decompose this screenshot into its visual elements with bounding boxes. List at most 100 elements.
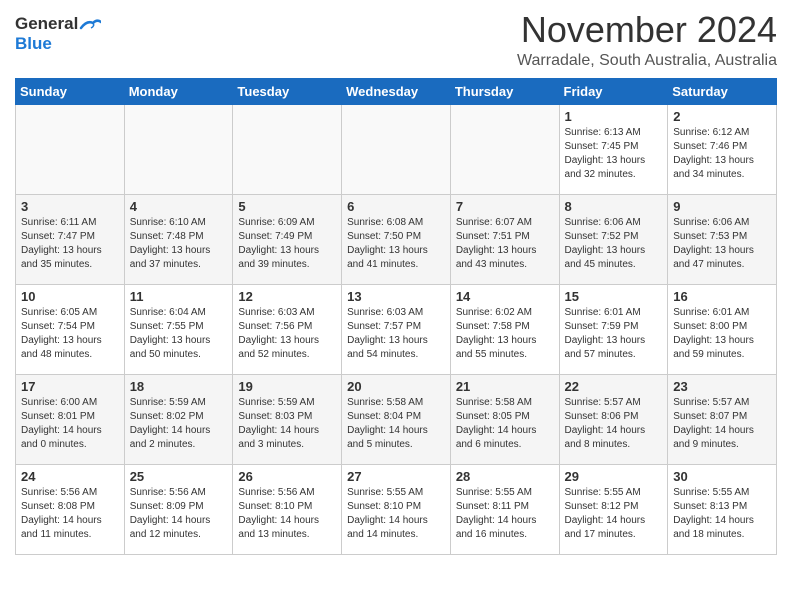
day-number: 1 xyxy=(565,109,663,124)
logo-blue-text: Blue xyxy=(15,34,52,53)
day-number: 14 xyxy=(456,289,554,304)
calendar-cell xyxy=(450,104,559,194)
calendar-cell: 5 Sunrise: 6:09 AM Sunset: 7:49 PM Daylig… xyxy=(233,194,342,284)
calendar-cell: 21 Sunrise: 5:58 AM Sunset: 8:05 PM Dayli… xyxy=(450,374,559,464)
day-info: Sunrise: 5:59 AM Sunset: 8:02 PM Dayligh… xyxy=(130,396,228,452)
day-number: 17 xyxy=(21,379,119,394)
day-info: Sunrise: 6:05 AM Sunset: 7:54 PM Dayligh… xyxy=(21,306,119,362)
day-number: 13 xyxy=(347,289,445,304)
calendar-cell: 11 Sunrise: 6:04 AM Sunset: 7:55 PM Dayli… xyxy=(124,284,233,374)
calendar-cell: 13 Sunrise: 6:03 AM Sunset: 7:57 PM Dayli… xyxy=(342,284,451,374)
calendar-week-row: 1 Sunrise: 6:13 AM Sunset: 7:45 PM Daylig… xyxy=(16,104,777,194)
month-title: November 2024 xyxy=(517,10,777,50)
calendar-week-row: 17 Sunrise: 6:00 AM Sunset: 8:01 PM Dayli… xyxy=(16,374,777,464)
calendar-cell: 4Sunrise: 6:10 AM Sunset: 7:48 PM Daylig… xyxy=(124,194,233,284)
day-number: 20 xyxy=(347,379,445,394)
calendar-cell: 15 Sunrise: 6:01 AM Sunset: 7:59 PM Dayli… xyxy=(559,284,668,374)
calendar-cell: 16 Sunrise: 6:01 AM Sunset: 8:00 PM Dayli… xyxy=(668,284,777,374)
calendar-cell: 8 Sunrise: 6:06 AM Sunset: 7:52 PM Daylig… xyxy=(559,194,668,284)
day-number: 12 xyxy=(238,289,336,304)
day-info: Sunrise: 5:58 AM Sunset: 8:05 PM Dayligh… xyxy=(456,396,554,452)
calendar-cell xyxy=(16,104,125,194)
day-number: 21 xyxy=(456,379,554,394)
calendar-week-row: 3 Sunrise: 6:11 AM Sunset: 7:47 PM Daylig… xyxy=(16,194,777,284)
calendar-cell: 9Sunrise: 6:06 AM Sunset: 7:53 PM Daylig… xyxy=(668,194,777,284)
day-info: Sunrise: 5:56 AM Sunset: 8:10 PM Dayligh… xyxy=(238,486,336,542)
day-number: 10 xyxy=(21,289,119,304)
calendar-cell: 14 Sunrise: 6:02 AM Sunset: 7:58 PM Dayli… xyxy=(450,284,559,374)
day-info: Sunrise: 5:55 AM Sunset: 8:10 PM Dayligh… xyxy=(347,486,445,542)
day-info: Sunrise: 6:09 AM Sunset: 7:49 PM Dayligh… xyxy=(238,216,336,272)
calendar-cell: 6Sunrise: 6:08 AM Sunset: 7:50 PM Daylig… xyxy=(342,194,451,284)
day-number: 9 xyxy=(673,199,771,214)
day-info: Sunrise: 6:12 AM Sunset: 7:46 PM Dayligh… xyxy=(673,126,771,182)
calendar-cell: 30 Sunrise: 5:55 AM Sunset: 8:13 PM Dayli… xyxy=(668,464,777,554)
day-info: Sunrise: 6:06 AM Sunset: 7:52 PM Dayligh… xyxy=(565,216,663,272)
calendar-header-row: SundayMondayTuesdayWednesdayThursdayFrid… xyxy=(16,78,777,104)
day-info: Sunrise: 5:55 AM Sunset: 8:12 PM Dayligh… xyxy=(565,486,663,542)
day-info: Sunrise: 6:03 AM Sunset: 7:56 PM Dayligh… xyxy=(238,306,336,362)
day-number: 11 xyxy=(130,289,228,304)
calendar-cell: 2 Sunrise: 6:12 AM Sunset: 7:46 PM Daylig… xyxy=(668,104,777,194)
day-number: 3 xyxy=(21,199,119,214)
calendar-cell xyxy=(342,104,451,194)
day-number: 8 xyxy=(565,199,663,214)
calendar-day-header: Tuesday xyxy=(233,78,342,104)
calendar-cell: 23 Sunrise: 5:57 AM Sunset: 8:07 PM Dayli… xyxy=(668,374,777,464)
day-info: Sunrise: 6:13 AM Sunset: 7:45 PM Dayligh… xyxy=(565,126,663,182)
calendar-cell: 18 Sunrise: 5:59 AM Sunset: 8:02 PM Dayli… xyxy=(124,374,233,464)
day-info: Sunrise: 6:01 AM Sunset: 7:59 PM Dayligh… xyxy=(565,306,663,362)
day-number: 16 xyxy=(673,289,771,304)
page-header: General Blue November 2024 Warradale, So… xyxy=(15,10,777,70)
day-info: Sunrise: 5:59 AM Sunset: 8:03 PM Dayligh… xyxy=(238,396,336,452)
logo: General Blue xyxy=(15,10,101,54)
day-number: 19 xyxy=(238,379,336,394)
calendar-day-header: Thursday xyxy=(450,78,559,104)
calendar-cell: 26 Sunrise: 5:56 AM Sunset: 8:10 PM Dayli… xyxy=(233,464,342,554)
calendar-cell: 28Sunrise: 5:55 AM Sunset: 8:11 PM Dayli… xyxy=(450,464,559,554)
calendar-cell: 27 Sunrise: 5:55 AM Sunset: 8:10 PM Dayli… xyxy=(342,464,451,554)
calendar-cell: 20 Sunrise: 5:58 AM Sunset: 8:04 PM Dayli… xyxy=(342,374,451,464)
day-info: Sunrise: 6:03 AM Sunset: 7:57 PM Dayligh… xyxy=(347,306,445,362)
day-info: Sunrise: 6:04 AM Sunset: 7:55 PM Dayligh… xyxy=(130,306,228,362)
calendar-cell: 29Sunrise: 5:55 AM Sunset: 8:12 PM Dayli… xyxy=(559,464,668,554)
day-info: Sunrise: 5:57 AM Sunset: 8:07 PM Dayligh… xyxy=(673,396,771,452)
calendar-day-header: Saturday xyxy=(668,78,777,104)
calendar-cell: 19 Sunrise: 5:59 AM Sunset: 8:03 PM Dayli… xyxy=(233,374,342,464)
day-number: 24 xyxy=(21,469,119,484)
calendar-week-row: 24 Sunrise: 5:56 AM Sunset: 8:08 PM Dayli… xyxy=(16,464,777,554)
calendar-cell: 1 Sunrise: 6:13 AM Sunset: 7:45 PM Daylig… xyxy=(559,104,668,194)
logo-general-text: General xyxy=(15,14,78,34)
day-info: Sunrise: 6:02 AM Sunset: 7:58 PM Dayligh… xyxy=(456,306,554,362)
location-subtitle: Warradale, South Australia, Australia xyxy=(517,52,777,70)
calendar-cell xyxy=(124,104,233,194)
day-info: Sunrise: 5:55 AM Sunset: 8:13 PM Dayligh… xyxy=(673,486,771,542)
day-number: 30 xyxy=(673,469,771,484)
calendar-cell: 24 Sunrise: 5:56 AM Sunset: 8:08 PM Dayli… xyxy=(16,464,125,554)
day-info: Sunrise: 6:00 AM Sunset: 8:01 PM Dayligh… xyxy=(21,396,119,452)
calendar-cell: 17 Sunrise: 6:00 AM Sunset: 8:01 PM Dayli… xyxy=(16,374,125,464)
day-number: 27 xyxy=(347,469,445,484)
day-info: Sunrise: 5:56 AM Sunset: 8:09 PM Dayligh… xyxy=(130,486,228,542)
day-info: Sunrise: 5:55 AM Sunset: 8:11 PM Dayligh… xyxy=(456,486,554,542)
logo-bird-icon xyxy=(79,18,101,32)
day-number: 26 xyxy=(238,469,336,484)
day-number: 2 xyxy=(673,109,771,124)
day-info: Sunrise: 5:58 AM Sunset: 8:04 PM Dayligh… xyxy=(347,396,445,452)
day-info: Sunrise: 5:56 AM Sunset: 8:08 PM Dayligh… xyxy=(21,486,119,542)
title-section: November 2024 Warradale, South Australia… xyxy=(517,10,777,70)
day-info: Sunrise: 6:01 AM Sunset: 8:00 PM Dayligh… xyxy=(673,306,771,362)
day-info: Sunrise: 5:57 AM Sunset: 8:06 PM Dayligh… xyxy=(565,396,663,452)
calendar-table: SundayMondayTuesdayWednesdayThursdayFrid… xyxy=(15,78,777,555)
day-info: Sunrise: 6:07 AM Sunset: 7:51 PM Dayligh… xyxy=(456,216,554,272)
calendar-cell: 25Sunrise: 5:56 AM Sunset: 8:09 PM Dayli… xyxy=(124,464,233,554)
calendar-cell: 12 Sunrise: 6:03 AM Sunset: 7:56 PM Dayli… xyxy=(233,284,342,374)
calendar-week-row: 10 Sunrise: 6:05 AM Sunset: 7:54 PM Dayli… xyxy=(16,284,777,374)
day-number: 18 xyxy=(130,379,228,394)
day-number: 15 xyxy=(565,289,663,304)
day-number: 22 xyxy=(565,379,663,394)
day-number: 23 xyxy=(673,379,771,394)
day-info: Sunrise: 6:11 AM Sunset: 7:47 PM Dayligh… xyxy=(21,216,119,272)
day-number: 5 xyxy=(238,199,336,214)
calendar-cell: 7Sunrise: 6:07 AM Sunset: 7:51 PM Daylig… xyxy=(450,194,559,284)
